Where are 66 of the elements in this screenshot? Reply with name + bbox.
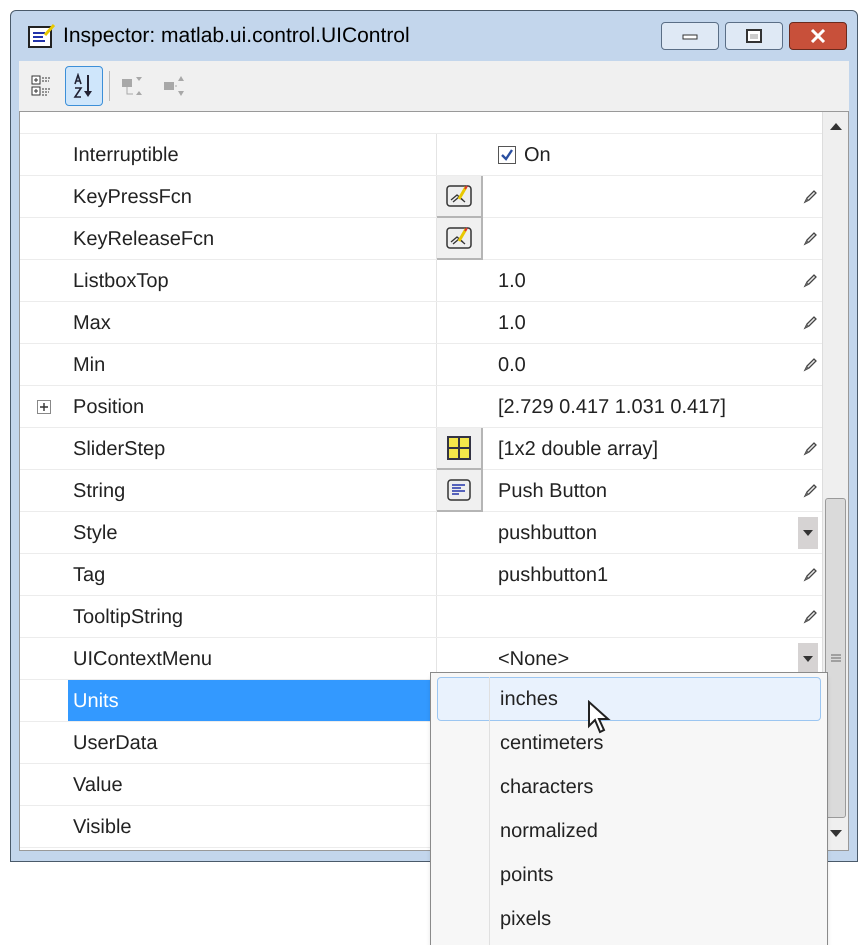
property-name[interactable]: ListboxTop: [68, 260, 437, 301]
property-name[interactable]: Tag: [68, 554, 437, 595]
caret-icon: [803, 530, 813, 536]
editor-button[interactable]: [437, 470, 483, 512]
scrollbar[interactable]: [822, 112, 848, 850]
maximize-button[interactable]: [725, 22, 783, 50]
dropdown-option[interactable]: normalized: [437, 809, 821, 853]
dropdown-option[interactable]: pixels: [437, 897, 821, 941]
scroll-up-icon[interactable]: [830, 122, 842, 130]
minimize-icon: [682, 32, 698, 40]
checkbox[interactable]: [498, 146, 516, 164]
collapse-icon: [163, 74, 187, 98]
value-text: <None>: [498, 648, 570, 670]
plus-icon: [40, 402, 48, 410]
expand-toggle[interactable]: [37, 400, 51, 414]
dropdown-option[interactable]: centimeters: [437, 721, 821, 765]
value-text: [2.729 0.417 1.031 0.417]: [498, 396, 726, 418]
value-text: pushbutton1: [498, 564, 608, 586]
property-name[interactable]: Style: [68, 512, 437, 553]
value-text: 0.0: [498, 354, 526, 376]
pencil-icon[interactable]: [802, 608, 818, 624]
scrollbar-thumb[interactable]: [825, 498, 846, 818]
pencil-icon[interactable]: [802, 356, 818, 372]
property-name[interactable]: Interruptible: [68, 134, 437, 175]
close-button[interactable]: [789, 22, 847, 50]
pencil-icon[interactable]: [802, 440, 818, 456]
pencil-icon[interactable]: [802, 230, 818, 246]
cursor-icon: [587, 700, 613, 736]
categorized-icon: [31, 74, 53, 98]
value-text: [1x2 double array]: [498, 438, 658, 460]
value-text: On: [524, 142, 551, 168]
value-text: pushbutton: [498, 522, 597, 544]
array-editor-icon: [445, 435, 473, 461]
toolbar-button[interactable]: [65, 66, 103, 106]
pencil-icon[interactable]: [802, 314, 818, 330]
value-text: 1.0: [498, 270, 526, 292]
maximize-icon: [746, 29, 762, 43]
value-text: 1.0: [498, 312, 526, 334]
scroll-down-icon[interactable]: [830, 830, 842, 838]
expand-icon: [121, 74, 145, 98]
checkmark-icon: [500, 148, 514, 162]
property-name[interactable]: Position: [68, 386, 437, 427]
caret-icon: [803, 656, 813, 662]
editor-button[interactable]: [437, 176, 483, 218]
pencil-icon[interactable]: [802, 272, 818, 288]
grip-icon: [830, 653, 840, 663]
dropdown-option[interactable]: points: [437, 853, 821, 897]
close-icon: [810, 29, 826, 43]
callback-editor-icon: [445, 183, 473, 209]
callback-editor-icon: [445, 225, 473, 251]
sort-icon: [73, 73, 95, 99]
minimize-button[interactable]: [661, 22, 719, 50]
pencil-icon[interactable]: [802, 566, 818, 582]
property-name[interactable]: Min: [68, 344, 437, 385]
property-name[interactable]: Max: [68, 302, 437, 343]
dropdown-option[interactable]: inches: [437, 677, 821, 721]
editor-button[interactable]: [437, 218, 483, 260]
pencil-icon[interactable]: [802, 188, 818, 204]
text-editor-icon: [445, 477, 473, 503]
window-title: Inspector: matlab.ui.control.UIControl: [63, 23, 411, 50]
pencil-icon[interactable]: [802, 482, 818, 498]
editor-button[interactable]: [437, 428, 483, 470]
property-name[interactable]: TooltipString: [68, 596, 437, 637]
dropdown-option[interactable]: characters: [437, 765, 821, 809]
value-text: Push Button: [498, 480, 607, 502]
inspector-icon: [27, 23, 57, 49]
